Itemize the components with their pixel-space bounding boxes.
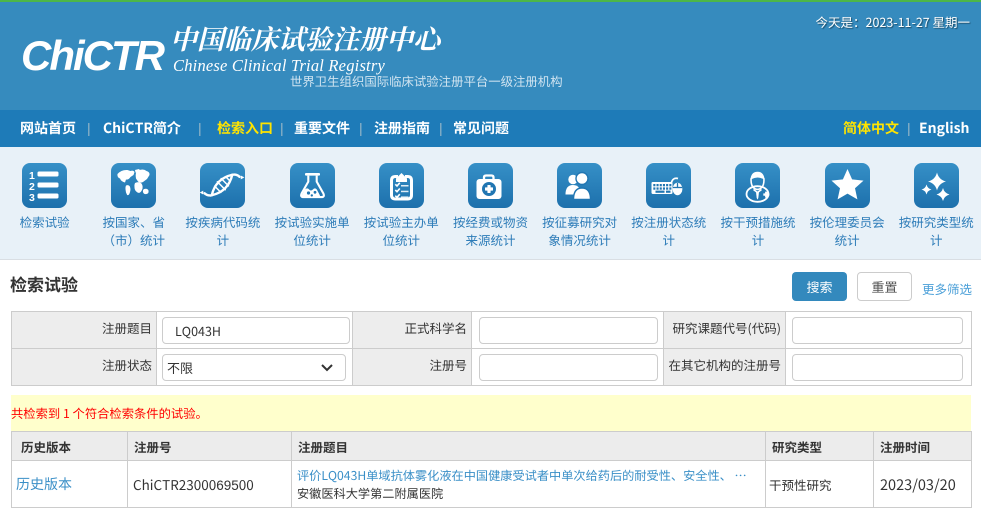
svg-text:3: 3: [29, 192, 35, 204]
